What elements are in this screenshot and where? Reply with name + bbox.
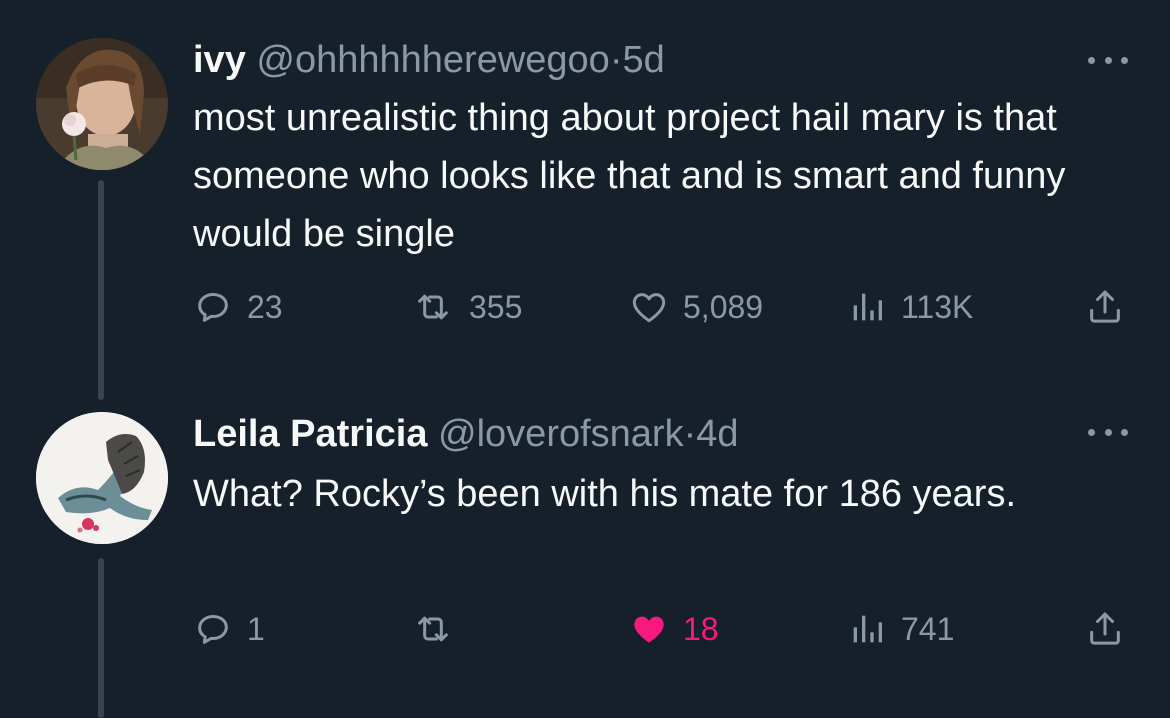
tweet-header: ivy @ohhhhhherewegoo·5d (193, 38, 665, 82)
like-icon (632, 293, 666, 323)
tweet-text: most unrealistic thing about project hai… (193, 97, 1066, 255)
tweet-header: Leila Patricia @loverofsnark·4d (193, 412, 739, 456)
avatar[interactable] (36, 412, 168, 544)
views-count: 113K (901, 288, 974, 325)
views-icon (853, 293, 882, 321)
reply-button[interactable]: 1 (193, 606, 265, 652)
share-button[interactable] (1085, 606, 1125, 652)
display-name[interactable]: ivy (193, 39, 246, 81)
more-icon[interactable] (1088, 50, 1128, 70)
retweet-icon (418, 294, 448, 320)
share-icon (1090, 612, 1120, 645)
retweet-count: 355 (469, 288, 523, 325)
thread-line (98, 558, 104, 718)
retweet-icon (418, 616, 448, 642)
reply-count: 1 (247, 610, 265, 647)
avatar-image (36, 38, 168, 170)
tweet[interactable]: ivy @ohhhhhherewegoo·5d most unrealistic… (0, 0, 1170, 400)
separator-dot: · (683, 413, 697, 455)
separator-dot: · (609, 39, 623, 81)
like-count: 18 (683, 610, 719, 647)
handle[interactable]: @ohhhhhherewegoo (256, 39, 609, 81)
retweet-button[interactable]: 355 (411, 284, 522, 330)
share-button[interactable] (1085, 284, 1125, 330)
timestamp[interactable]: 4d (696, 413, 738, 455)
tweet-actions: 23 355 5,089 113K (193, 284, 1133, 330)
views-icon (853, 615, 882, 643)
views-button[interactable]: 741 (847, 606, 954, 652)
reply-button[interactable]: 23 (193, 284, 283, 330)
avatar-image (36, 412, 168, 544)
display-name[interactable]: Leila Patricia (193, 413, 427, 455)
handle[interactable]: @loverofsnark (438, 413, 684, 455)
views-button[interactable]: 113K (847, 284, 973, 330)
like-button[interactable]: 5,089 (629, 284, 763, 330)
reply-count: 23 (247, 288, 283, 325)
like-count: 5,089 (683, 288, 764, 325)
like-button[interactable]: 18 (629, 606, 719, 652)
share-icon (1090, 290, 1120, 323)
views-count: 741 (901, 610, 955, 647)
thread-line (98, 180, 104, 400)
more-icon[interactable] (1088, 422, 1128, 442)
reply-icon (198, 293, 228, 322)
like-icon-filled (634, 616, 664, 643)
avatar[interactable] (36, 38, 168, 170)
timestamp[interactable]: 5d (622, 39, 664, 81)
reply-icon (198, 615, 228, 644)
tweet-text: What? Rocky’s been with his mate for 186… (193, 473, 1017, 515)
tweet-actions: 1 18 741 (193, 606, 1133, 652)
tweet[interactable]: Leila Patricia @loverofsnark·4d What? Ro… (0, 380, 1170, 718)
retweet-button[interactable] (411, 606, 455, 652)
